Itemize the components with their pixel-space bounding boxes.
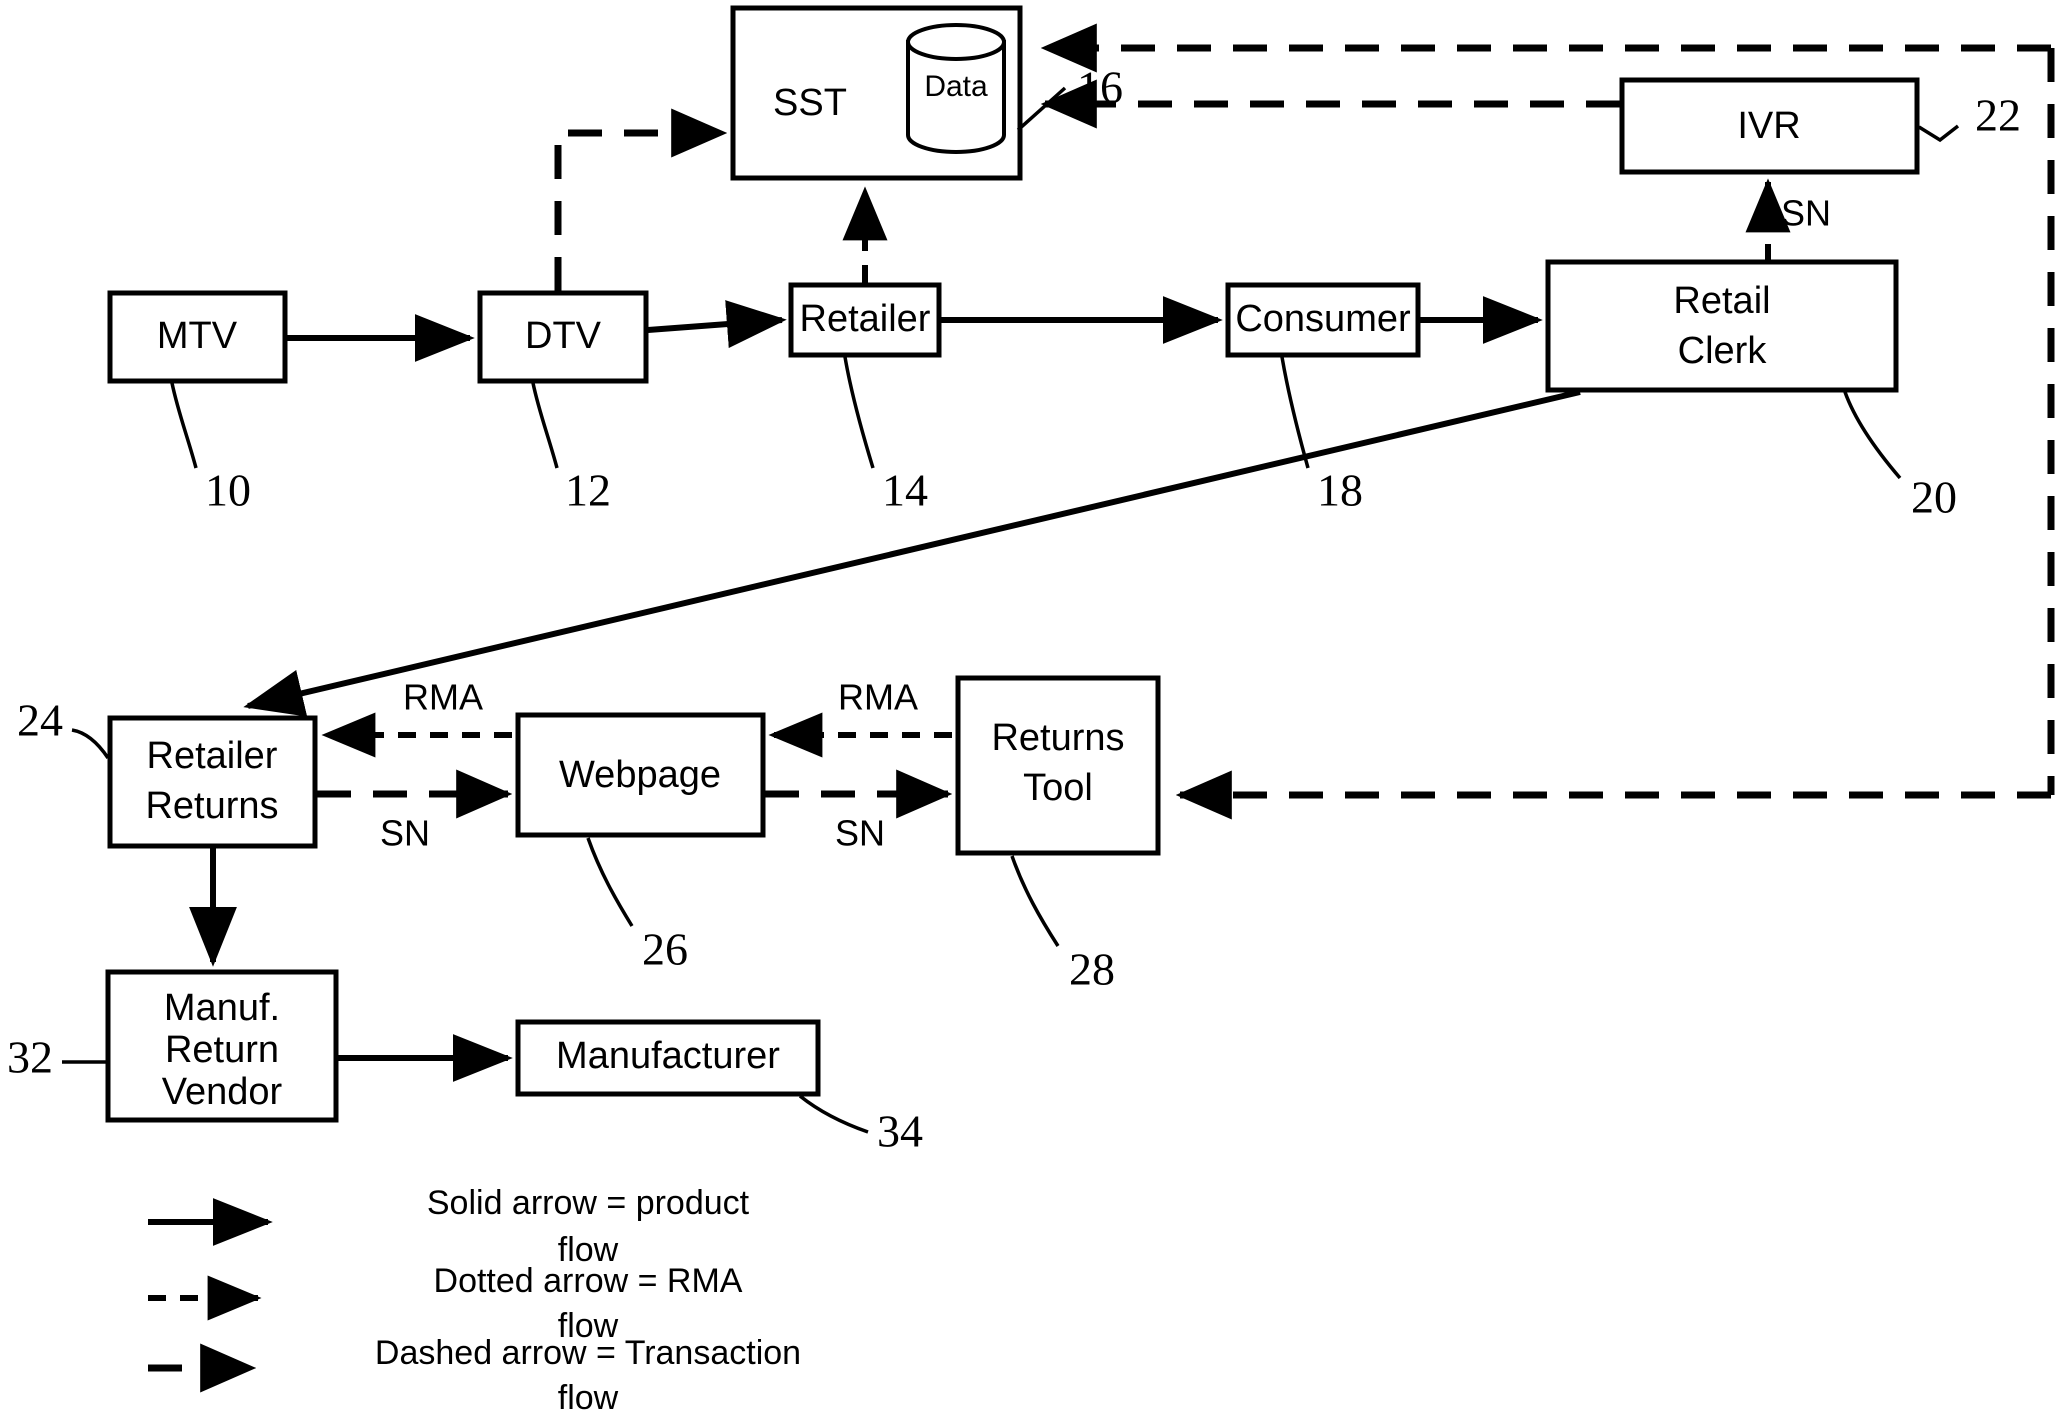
sst-label: SST: [773, 82, 847, 124]
sst-ref-callout: 16: [1016, 62, 1123, 132]
retail-clerk-ref-callout: 20: [1843, 391, 1957, 523]
mtv-label: MTV: [157, 315, 238, 357]
dtv-label: DTV: [525, 315, 602, 357]
manufacturer-label: Manufacturer: [556, 1035, 780, 1077]
node-retail-clerk[interactable]: Retail Clerk: [1545, 259, 1899, 393]
webpage-ref-number: 26: [642, 924, 688, 975]
node-webpage[interactable]: Webpage: [515, 712, 766, 838]
flow-diagram: SST Data 16 IVR 22 SN MTV 10 DTV 12 Reta…: [7, 5, 2055, 1413]
retailer-leader-line: [843, 356, 875, 469]
mtv-ref-callout: 10: [170, 382, 251, 516]
retailer-ref-callout: 14: [843, 356, 928, 516]
manuf-return-vendor-ref-number: 32: [7, 1032, 53, 1083]
retailer-ref-number: 14: [882, 465, 928, 516]
retailer-returns-ref-callout: 24: [17, 695, 110, 759]
webpage-label: Webpage: [559, 754, 721, 796]
manufacturer-leader-line: [798, 1094, 869, 1134]
retail-clerk-leader-line: [1843, 391, 1902, 480]
retailer-returns-ref-number: 24: [17, 695, 63, 746]
node-dtv[interactable]: DTV: [477, 290, 649, 384]
node-mtv[interactable]: MTV: [107, 290, 288, 384]
ivr-ref-number: 22: [1975, 90, 2021, 141]
retail-clerk-label-line2: Clerk: [1678, 330, 1768, 372]
retailer-label: Retailer: [800, 298, 931, 340]
edge-label-sn-right: SN: [835, 813, 885, 854]
manuf-return-vendor-ref-callout: 32: [7, 1032, 106, 1083]
webpage-ref-callout: 26: [586, 837, 688, 975]
legend-dashed-line2: flow: [558, 1379, 619, 1413]
returns-tool-leader-line: [1010, 855, 1060, 947]
node-manufacturer[interactable]: Manufacturer: [515, 1019, 821, 1097]
legend-solid-line1: Solid arrow = product: [427, 1184, 750, 1222]
consumer-ref-number: 18: [1317, 465, 1363, 516]
legend-dashed-line1: Dashed arrow = Transaction: [375, 1334, 801, 1372]
node-ivr[interactable]: IVR: [1619, 77, 1920, 175]
legend: Solid arrow = product flow Dotted arrow …: [148, 1184, 801, 1413]
legend-dotted-line1: Dotted arrow = RMA: [434, 1262, 743, 1300]
retailer-returns-label-line1: Retailer: [147, 735, 278, 777]
node-manuf-return-vendor[interactable]: Manuf. Return Vendor: [105, 969, 339, 1123]
manuf-return-vendor-label-line2: Return: [165, 1029, 279, 1071]
dtv-ref-number: 12: [565, 465, 611, 516]
edge-dtv-to-retailer-solid: [647, 300, 787, 349]
manufacturer-ref-number: 34: [877, 1106, 923, 1157]
returns-tool-label-line1: Returns: [991, 717, 1124, 759]
manuf-return-vendor-label-line1: Manuf.: [164, 987, 280, 1029]
manuf-return-vendor-label-line3: Vendor: [162, 1071, 283, 1113]
node-consumer[interactable]: Consumer: [1225, 282, 1421, 358]
edge-label-sn-left: SN: [380, 813, 430, 854]
retailer-returns-leader-line: [71, 728, 110, 759]
manufacturer-ref-callout: 34: [798, 1094, 923, 1157]
dtv-ref-callout: 12: [531, 382, 611, 516]
ivr-label: IVR: [1737, 105, 1800, 147]
edge-retail-clerk-to-retailer-returns-solid: [243, 389, 1581, 717]
node-returns-tool[interactable]: Returns Tool: [955, 675, 1161, 856]
edge-label-rma-left: RMA: [403, 677, 483, 718]
node-retailer[interactable]: Retailer: [788, 282, 942, 358]
dtv-leader-line: [531, 382, 559, 469]
node-retailer-returns[interactable]: Retailer Returns: [107, 715, 318, 849]
ivr-leader-line: [1918, 124, 1960, 143]
node-sst[interactable]: SST Data: [730, 5, 1023, 181]
retailer-returns-label-line2: Returns: [145, 785, 278, 827]
returns-tool-ref-number: 28: [1069, 944, 1115, 995]
retail-clerk-ref-number: 20: [1911, 472, 1957, 523]
edge-label-sn-ivr: SN: [1781, 193, 1831, 234]
webpage-leader-line: [586, 837, 634, 927]
edge-dtv-to-sst-dashed: [554, 108, 728, 291]
mtv-ref-number: 10: [205, 465, 251, 516]
sst-leader-line: [1016, 86, 1067, 132]
ivr-ref-callout: 22: [1918, 90, 2021, 143]
consumer-ref-callout: 18: [1280, 356, 1363, 516]
patent-figure-canvas: SST Data 16 IVR 22 SN MTV 10 DTV 12 Reta…: [0, 0, 2071, 1413]
consumer-leader-line: [1280, 356, 1310, 469]
returns-tool-box[interactable]: [955, 675, 1161, 856]
consumer-label: Consumer: [1235, 298, 1411, 340]
mtv-leader-line: [170, 382, 198, 469]
returns-tool-ref-callout: 28: [1010, 855, 1115, 995]
edge-label-rma-right: RMA: [838, 677, 918, 718]
data-cylinder-label: Data: [924, 70, 988, 103]
returns-tool-label-line2: Tool: [1023, 767, 1093, 809]
retail-clerk-label-line1: Retail: [1673, 280, 1770, 322]
